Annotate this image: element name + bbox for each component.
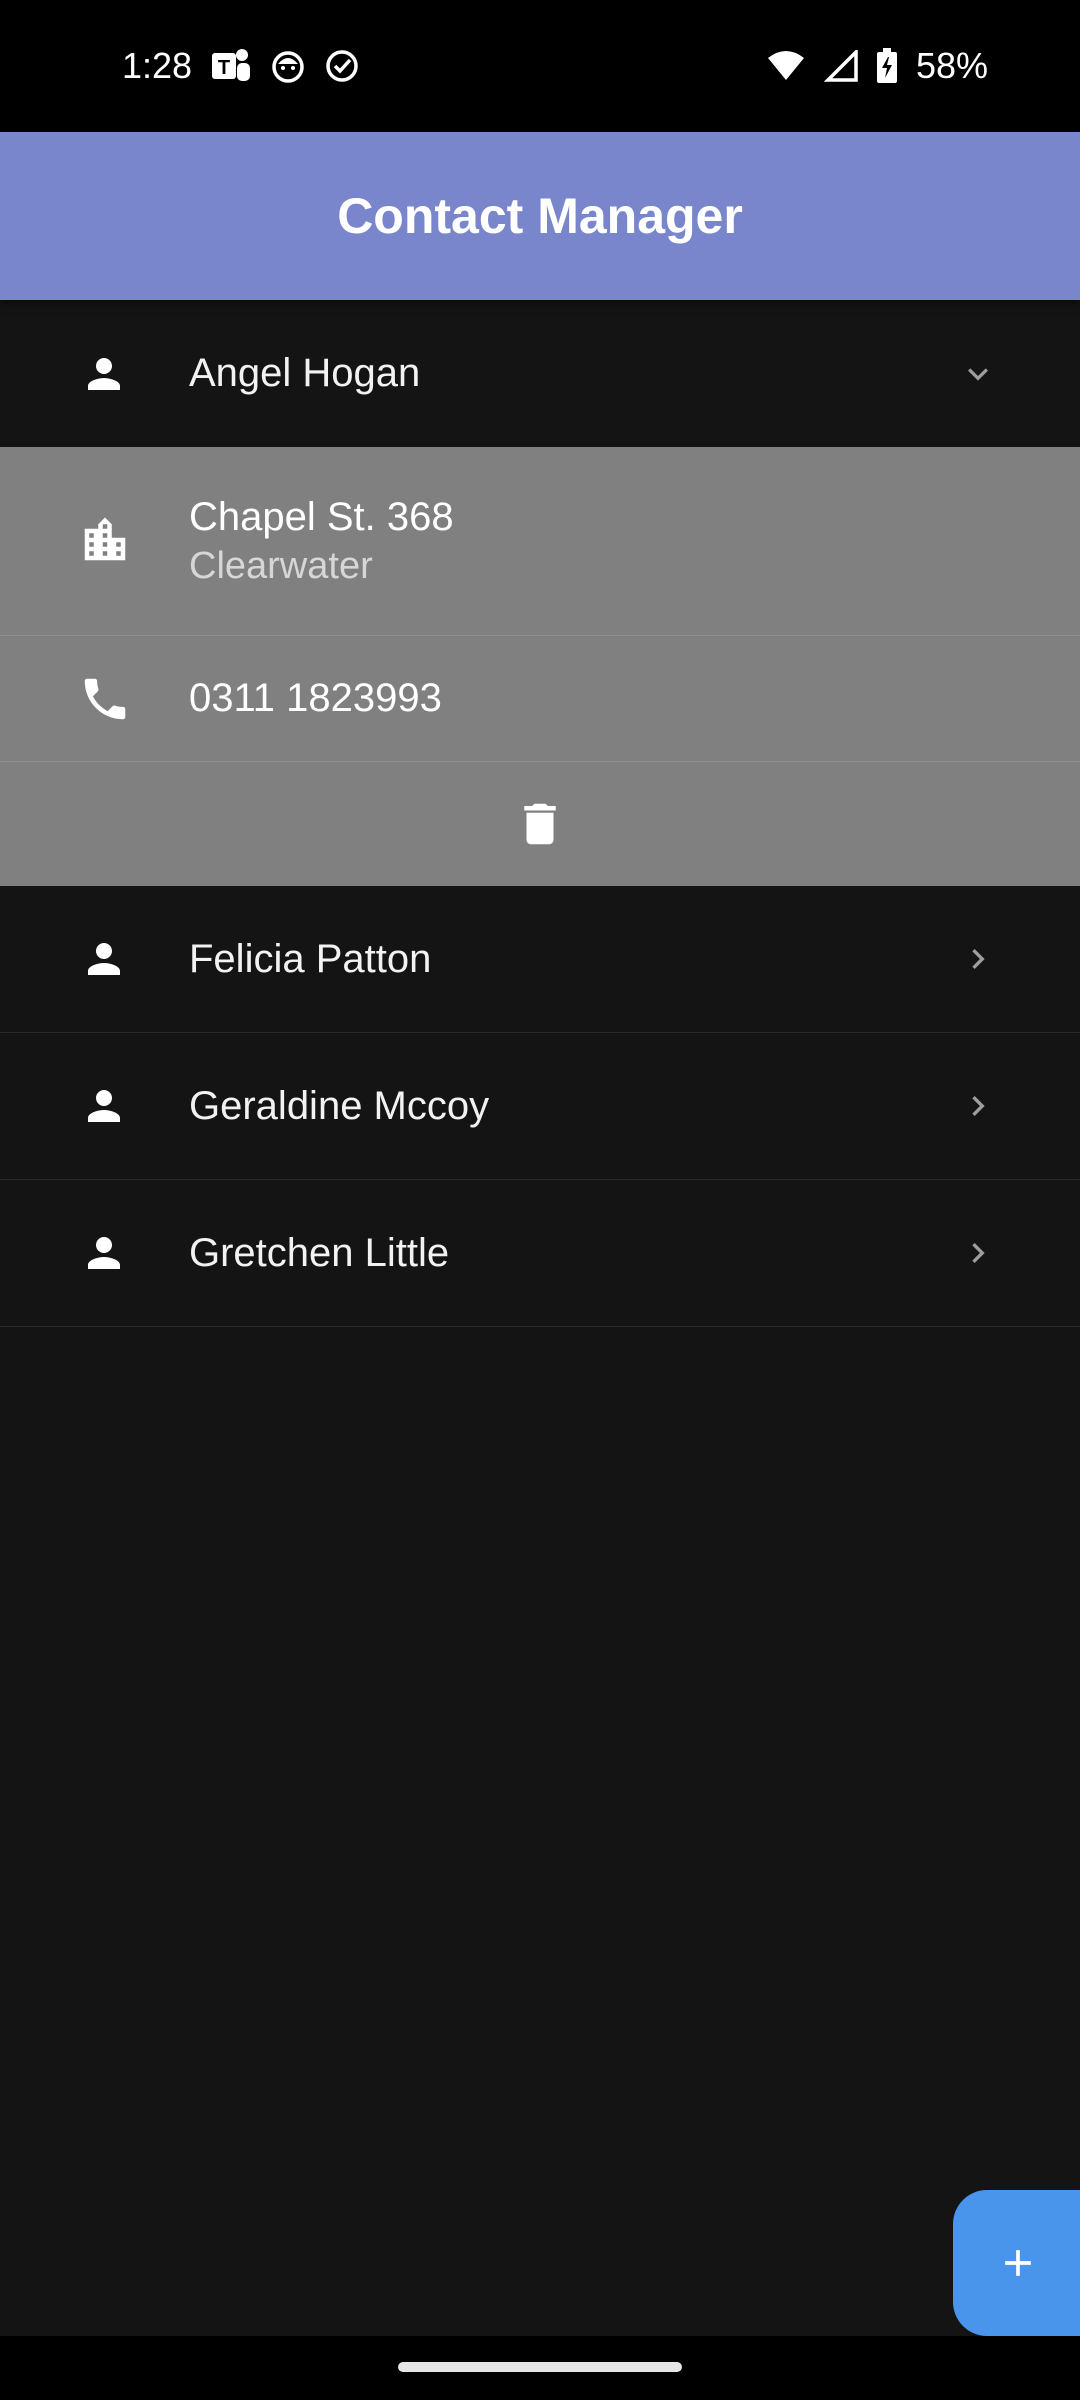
phone-row[interactable]: 0311 1823993: [0, 636, 1080, 762]
wifi-icon: [767, 51, 804, 80]
battery-percent: 58%: [915, 45, 988, 86]
contact-row-felicia-patton[interactable]: Felicia Patton: [0, 886, 1080, 1033]
svg-text:T: T: [218, 57, 230, 79]
actions-row: [0, 762, 1080, 886]
signal-icon: [823, 50, 858, 82]
address-street: Chapel St. 368: [189, 495, 454, 539]
chevron-right-icon[interactable]: [958, 939, 998, 979]
chevron-right-icon[interactable]: [958, 1086, 998, 1126]
address-row: Chapel St. 368 Clearwater: [0, 447, 1080, 636]
cat-icon: [272, 51, 304, 83]
status-left: 1:28 T: [122, 45, 360, 87]
person-icon: [78, 1227, 130, 1279]
contact-row-geraldine-mccoy[interactable]: Geraldine Mccoy: [0, 1033, 1080, 1180]
chevron-down-icon[interactable]: [958, 354, 998, 394]
phone-number: 0311 1823993: [189, 676, 442, 720]
contact-row-gretchen-little[interactable]: Gretchen Little: [0, 1180, 1080, 1327]
person-icon: [78, 933, 130, 985]
contact-name: Angel Hogan: [189, 351, 421, 395]
status-bar: 1:28 T 58%: [0, 0, 1080, 132]
battery-icon: [876, 48, 897, 83]
home-indicator[interactable]: [398, 2362, 682, 2372]
trash-icon[interactable]: [513, 797, 567, 851]
chevron-right-icon[interactable]: [958, 1233, 998, 1273]
plus-icon: [996, 2241, 1040, 2285]
status-time: 1:28: [122, 45, 193, 86]
contact-list: Angel Hogan Chapel St. 368 Clearwater 03…: [0, 300, 1080, 1327]
contact-name: Gretchen Little: [189, 1230, 450, 1275]
person-icon: [78, 1080, 130, 1132]
add-contact-button[interactable]: [953, 2190, 1080, 2336]
address-city: Clearwater: [189, 545, 373, 587]
contact-name: Geraldine Mccoy: [189, 1083, 490, 1128]
contact-name: Felicia Patton: [189, 936, 432, 981]
app-bar: Contact Manager: [0, 132, 1080, 300]
status-right: 58%: [766, 45, 988, 87]
contact-row-angel-hogan[interactable]: Angel Hogan: [0, 300, 1080, 447]
contact-detail-panel: Chapel St. 368 Clearwater 0311 1823993: [0, 447, 1080, 886]
check-circle-icon: [326, 50, 358, 82]
page-title: Contact Manager: [337, 188, 743, 244]
building-icon: [78, 513, 132, 567]
person-icon: [78, 348, 130, 400]
teams-icon: T: [212, 49, 251, 81]
phone-icon: [78, 672, 132, 726]
